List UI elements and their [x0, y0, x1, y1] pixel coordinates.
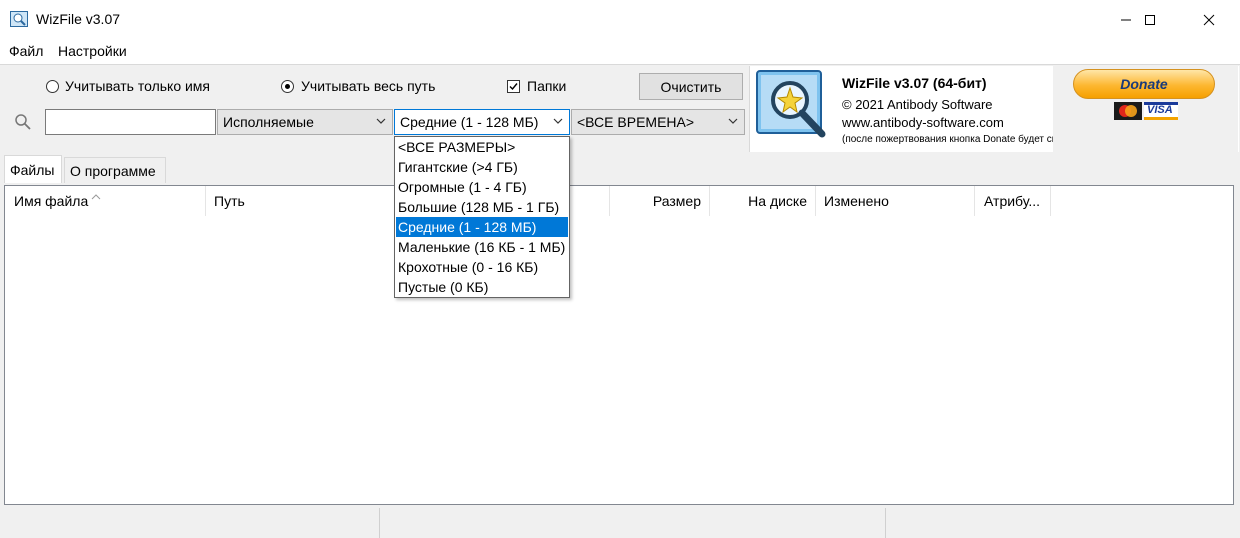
column-header-name[interactable]: Имя файла — [5, 186, 206, 216]
status-bar — [0, 508, 1240, 538]
menu-bar — [0, 40, 1240, 64]
column-name-label: Имя файла — [14, 193, 89, 209]
title-bar — [0, 0, 1240, 41]
visa-label: VISA — [1147, 104, 1173, 116]
column-attributes-label: Атрибу... — [984, 193, 1041, 209]
chevron-down-icon — [553, 118, 563, 124]
type-filter-combo[interactable]: Исполняемые — [217, 109, 393, 135]
size-option[interactable]: <ВСЕ РАЗМЕРЫ> — [396, 137, 568, 157]
radio-name-only-label: Учитывать только имя — [65, 78, 211, 94]
close-button[interactable] — [1186, 0, 1232, 40]
checkmark-icon — [509, 83, 518, 91]
close-icon — [1203, 14, 1215, 26]
column-header-modified[interactable]: Изменено — [816, 186, 975, 216]
type-filter-value: Исполняемые — [223, 114, 314, 130]
menu-settings[interactable]: Настройки — [58, 43, 127, 59]
column-path-label: Путь — [214, 193, 245, 209]
column-header-on-disk[interactable]: На диске — [710, 186, 816, 216]
folders-checkbox-label: Папки — [527, 78, 567, 94]
status-separator — [885, 508, 886, 538]
column-header-size[interactable]: Размер — [610, 186, 710, 216]
window-title: WizFile v3.07 — [36, 11, 121, 27]
file-list[interactable] — [4, 185, 1234, 505]
folders-checkbox[interactable] — [507, 80, 520, 93]
mastercard-icon — [1114, 102, 1142, 120]
maximize-button[interactable] — [1127, 0, 1173, 40]
menu-file[interactable]: Файл — [9, 43, 43, 59]
size-filter-dropdown: <ВСЕ РАЗМЕРЫ> Гигантские (>4 ГБ) Огромны… — [394, 136, 570, 298]
search-icon — [15, 114, 31, 130]
search-input[interactable] — [45, 109, 216, 135]
size-filter-combo[interactable]: Средние (1 - 128 МБ) — [394, 109, 570, 135]
tab-about[interactable]: О программе — [64, 157, 166, 183]
wizfile-logo-icon — [756, 70, 826, 138]
sort-up-icon — [91, 194, 101, 200]
size-option[interactable]: Большие (128 МБ - 1 ГБ) — [396, 197, 568, 217]
column-on-disk-label: На диске — [748, 193, 807, 209]
time-filter-combo[interactable]: <ВСЕ ВРЕМЕНА> — [571, 109, 745, 135]
donate-button[interactable]: Donate — [1073, 69, 1215, 99]
time-filter-value: <ВСЕ ВРЕМЕНА> — [577, 114, 695, 130]
about-donate-note: (после пожертвования кнопка Donate будет… — [842, 134, 1083, 145]
size-option[interactable]: Крохотные (0 - 16 КБ) — [396, 257, 568, 277]
maximize-icon — [1145, 15, 1155, 25]
column-size-label: Размер — [652, 193, 701, 209]
size-option[interactable]: Пустые (0 КБ) — [396, 277, 568, 297]
status-separator — [379, 508, 380, 538]
size-option-selected[interactable]: Средние (1 - 128 МБ) — [396, 217, 568, 237]
about-copyright: © 2021 Antibody Software — [842, 97, 993, 112]
about-title: WizFile v3.07 (64-бит) — [842, 75, 987, 91]
chevron-down-icon — [728, 118, 738, 124]
chevron-down-icon — [376, 118, 386, 124]
column-modified-label: Изменено — [824, 193, 889, 209]
radio-name-only[interactable] — [46, 80, 59, 93]
size-filter-value: Средние (1 - 128 МБ) — [400, 114, 539, 130]
size-option[interactable]: Гигантские (>4 ГБ) — [396, 157, 568, 177]
clear-button[interactable]: Очистить — [639, 73, 743, 100]
column-header-attributes[interactable]: Атрибу... — [975, 186, 1051, 216]
radio-full-path-label: Учитывать весь путь — [301, 78, 436, 94]
size-option[interactable]: Огромные (1 - 4 ГБ) — [396, 177, 568, 197]
radio-full-path[interactable] — [281, 80, 294, 93]
size-option[interactable]: Маленькие (16 КБ - 1 МБ) — [396, 237, 568, 257]
tab-files[interactable]: Файлы — [4, 155, 62, 183]
about-website-link[interactable]: www.antibody-software.com — [842, 115, 1004, 130]
app-icon — [10, 11, 28, 27]
